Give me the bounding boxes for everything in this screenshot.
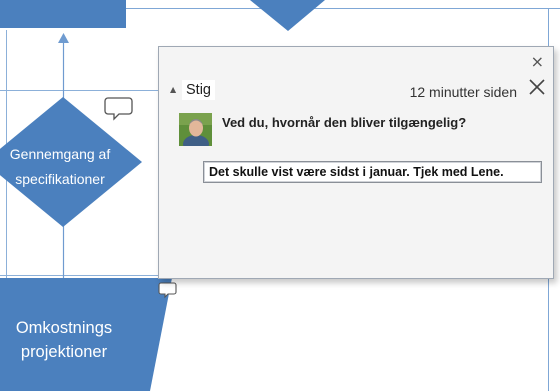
comment-text: Ved du, hvornår den bliver tilgængelig? — [222, 115, 467, 130]
delete-comment-button[interactable] — [527, 77, 547, 102]
shape-label-specification-review: Gennemgang af specifikationer — [0, 142, 120, 192]
close-panel-button[interactable]: × — [531, 52, 544, 71]
process-shape[interactable] — [0, 0, 126, 28]
comment-author: Stig — [182, 80, 215, 100]
comment-timestamp: 12 minutter siden — [409, 84, 517, 100]
collapse-thread-icon[interactable]: ▲ — [170, 85, 176, 94]
shape-label-line: Omkostnings — [15, 319, 113, 337]
shape-label-cost-projections: Omkostnings projektioner — [0, 316, 128, 364]
shape-label-line: Gennemgang af — [9, 146, 111, 162]
shape-label-line: specifikationer — [15, 171, 105, 187]
connector-arrowhead — [58, 33, 69, 43]
shape-label-line: projektioner — [20, 343, 108, 361]
comment-panel: × ▲ Stig 12 minutter siden Ved du, hvorn… — [158, 46, 554, 279]
comment-marker-icon[interactable] — [104, 97, 133, 121]
avatar — [179, 113, 212, 146]
reply-input[interactable]: Det skulle vist være sidst i januar. Tje… — [203, 161, 542, 183]
close-icon — [529, 79, 545, 95]
decision-shape[interactable] — [250, 0, 325, 31]
